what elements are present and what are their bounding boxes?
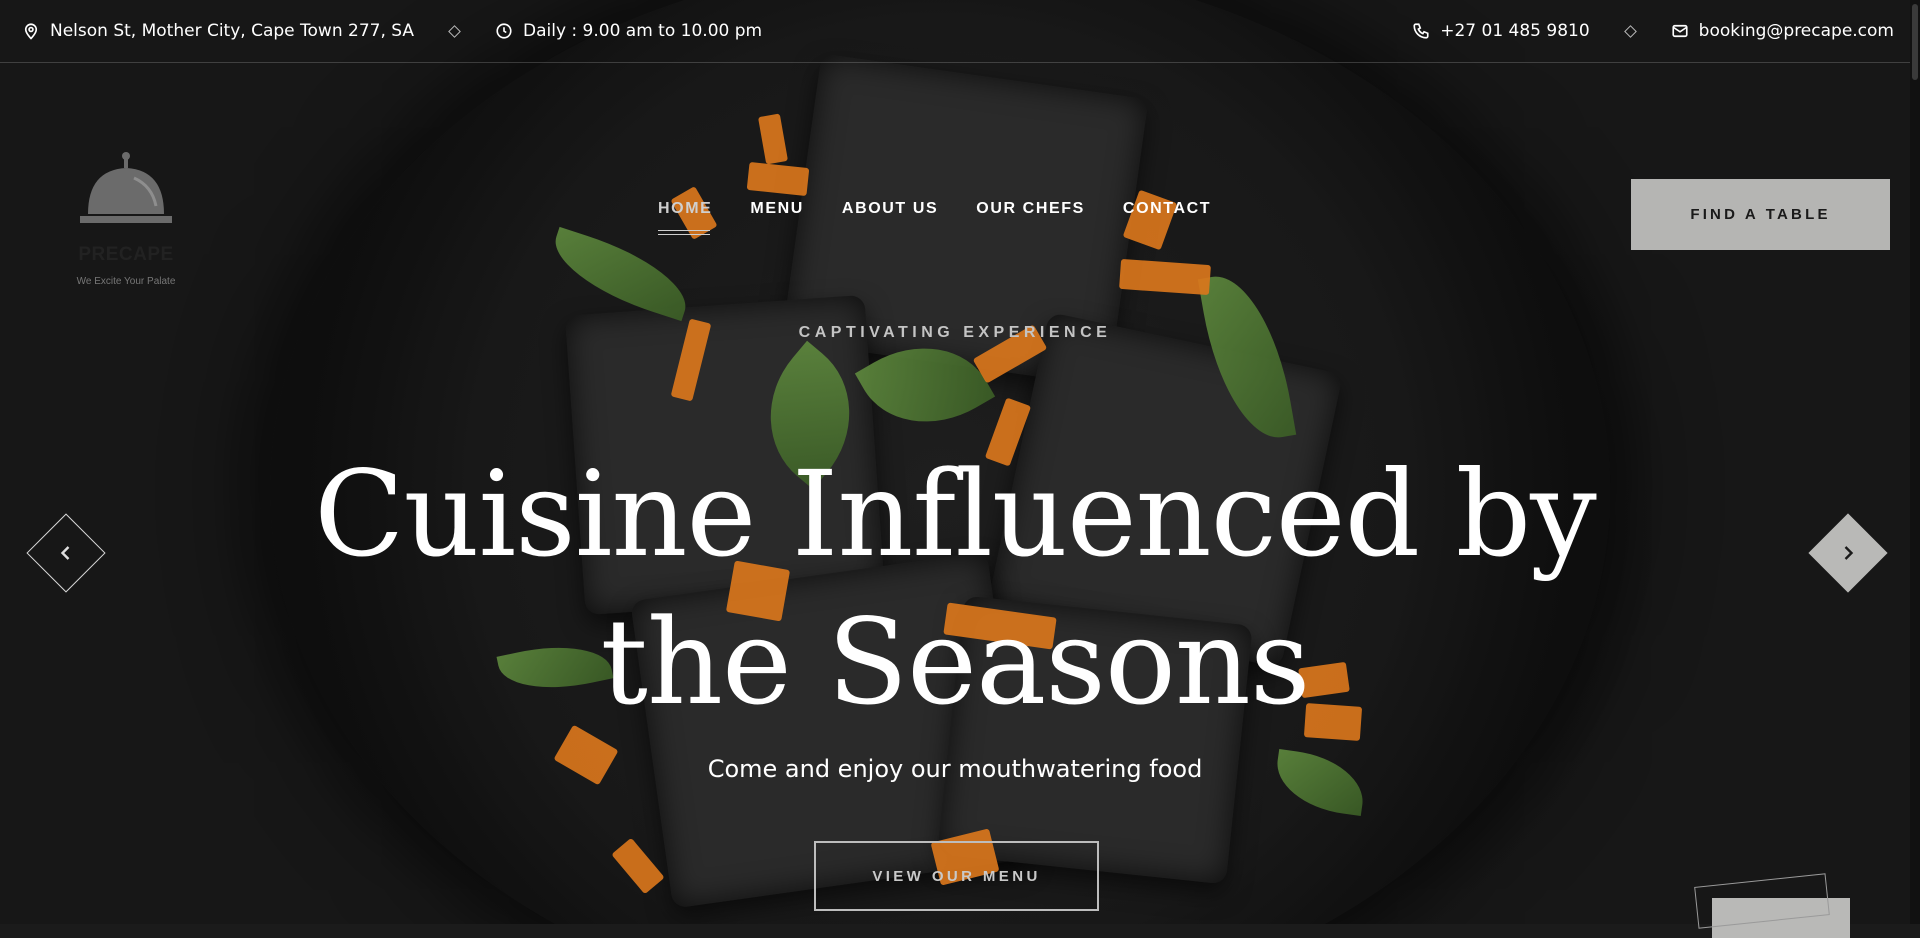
find-a-table-button[interactable]: FIND A TABLE: [1631, 179, 1890, 250]
nav-item-label: CONTACT: [1122, 200, 1212, 217]
topbar-right-group: +27 01 485 9810 booking@precape.com: [1412, 21, 1894, 41]
topbar-separator: [1623, 24, 1637, 38]
phone-text[interactable]: +27 01 485 9810: [1440, 21, 1589, 41]
scrollbar-thumb[interactable]: [1912, 4, 1918, 80]
nav-item-label: HOME: [658, 200, 713, 217]
main-nav: HOME MENU ABOUT US OUR CHEFS CONTACT: [658, 200, 1211, 235]
email-text[interactable]: booking@precape.com: [1699, 21, 1894, 41]
phone-icon: [1413, 23, 1429, 39]
active-indicator: [658, 230, 710, 235]
mail-icon: [1672, 24, 1688, 38]
hours-text: Daily : 9.00 am to 10.00 pm: [523, 21, 763, 41]
nav-item-our-chefs[interactable]: OUR CHEFS: [976, 200, 1085, 218]
view-menu-button[interactable]: VIEW OUR MENU: [814, 841, 1099, 911]
phone-info[interactable]: +27 01 485 9810: [1412, 21, 1590, 41]
nav-item-about-us[interactable]: ABOUT US: [842, 200, 938, 218]
hours-info: Daily : 9.00 am to 10.00 pm: [495, 21, 762, 41]
nav-item-label: OUR CHEFS: [976, 200, 1085, 217]
hero-headline: Cuisine Influenced by the Seasons: [210, 440, 1700, 736]
hero-eyebrow: CAPTIVATING EXPERIENCE: [798, 324, 1112, 341]
nav-item-label: MENU: [750, 200, 804, 217]
nav-item-menu[interactable]: MENU: [750, 200, 804, 218]
nav-item-label: ABOUT US: [841, 200, 939, 217]
nav-item-contact[interactable]: CONTACT: [1123, 200, 1211, 218]
chevron-left-icon: [56, 543, 76, 563]
hero-subline: Come and enjoy our mouthwatering food: [707, 755, 1203, 783]
clock-icon: [496, 23, 512, 39]
page-scrollbar[interactable]: [1910, 0, 1920, 924]
address-text: Nelson St, Mother City, Cape Town 277, S…: [50, 21, 414, 41]
email-info[interactable]: booking@precape.com: [1671, 21, 1894, 41]
address-info: Nelson St, Mother City, Cape Town 277, S…: [22, 21, 414, 41]
topbar-separator: [448, 24, 461, 38]
nav-item-home[interactable]: HOME: [658, 200, 713, 235]
headline-line-2: the Seasons: [600, 593, 1311, 731]
floating-widget[interactable]: [1712, 898, 1850, 938]
topbar-left-group: Nelson St, Mother City, Cape Town 277, S…: [22, 21, 762, 41]
cloche-icon: [80, 152, 172, 223]
top-info-bar: Nelson St, Mother City, Cape Town 277, S…: [0, 0, 1920, 63]
logo-tagline: We Excite Your Palate: [76, 276, 176, 287]
logo-name: PRECAPE: [78, 244, 174, 265]
site-logo[interactable]: PRECAPE We Excite Your Palate: [66, 150, 186, 287]
headline-line-1: Cuisine Influenced by: [314, 445, 1597, 583]
map-pin-icon: [24, 23, 38, 40]
chevron-right-icon: [1838, 543, 1858, 563]
